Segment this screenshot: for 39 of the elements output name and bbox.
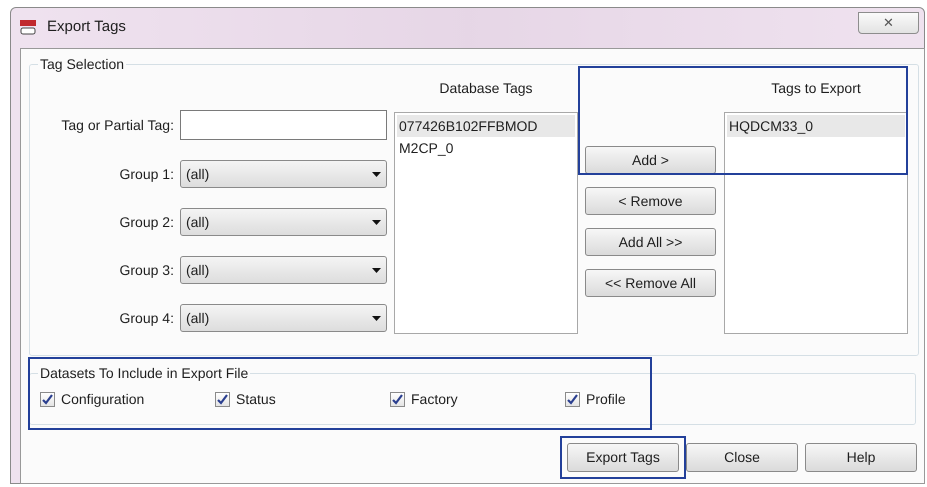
dropdown-arrow-icon — [372, 172, 381, 176]
dialog-button[interactable]: Close — [686, 443, 798, 472]
field-label: Group 2: — [118, 212, 175, 232]
group-title: Tag Selection — [39, 55, 126, 74]
dropdown-arrow-icon — [372, 268, 381, 272]
close-button[interactable]: ✕ — [858, 12, 919, 34]
move-button[interactable]: Add All >> — [585, 228, 716, 256]
column-heading: Tags to Export — [770, 79, 862, 98]
group-dropdown[interactable]: (all) — [180, 208, 387, 236]
field-label: Group 3: — [118, 260, 175, 280]
checkbox[interactable] — [565, 392, 580, 407]
tag-input-field[interactable] — [180, 110, 387, 140]
group-title: Datasets To Include in Export File — [39, 364, 250, 383]
checkbox[interactable] — [40, 392, 55, 407]
move-button[interactable]: < Remove — [585, 187, 716, 215]
checkbox-label: Status — [236, 390, 276, 409]
group-dropdown[interactable]: (all) — [180, 304, 387, 332]
checkbox-label: Profile — [586, 390, 626, 409]
checkbox-label: Configuration — [61, 390, 144, 409]
checkbox-label: Factory — [411, 390, 458, 409]
checkbox[interactable] — [215, 392, 230, 407]
window-title: Export Tags — [47, 16, 126, 37]
column-heading: Database Tags — [438, 79, 534, 98]
app-logo-icon — [19, 19, 39, 35]
list-item[interactable]: HQDCM33_0 — [727, 115, 905, 137]
dropdown-arrow-icon — [372, 316, 381, 320]
list-item[interactable]: M2CP_0 — [397, 137, 575, 159]
list-item[interactable]: 077426B102FFBMOD — [397, 115, 575, 137]
field-label: Tag or Partial Tag: — [60, 116, 175, 135]
group-dropdown[interactable]: (all) — [180, 256, 387, 284]
group-dropdown[interactable]: (all) — [180, 160, 387, 188]
dialog-button[interactable]: Export Tags — [567, 443, 679, 472]
move-button[interactable]: Add > — [585, 146, 716, 174]
dialog-button[interactable]: Help — [805, 443, 917, 472]
move-button[interactable]: << Remove All — [585, 269, 716, 297]
field-label: Group 4: — [118, 308, 175, 328]
dropdown-arrow-icon — [372, 220, 381, 224]
field-label: Group 1: — [118, 164, 175, 184]
checkbox[interactable] — [390, 392, 405, 407]
